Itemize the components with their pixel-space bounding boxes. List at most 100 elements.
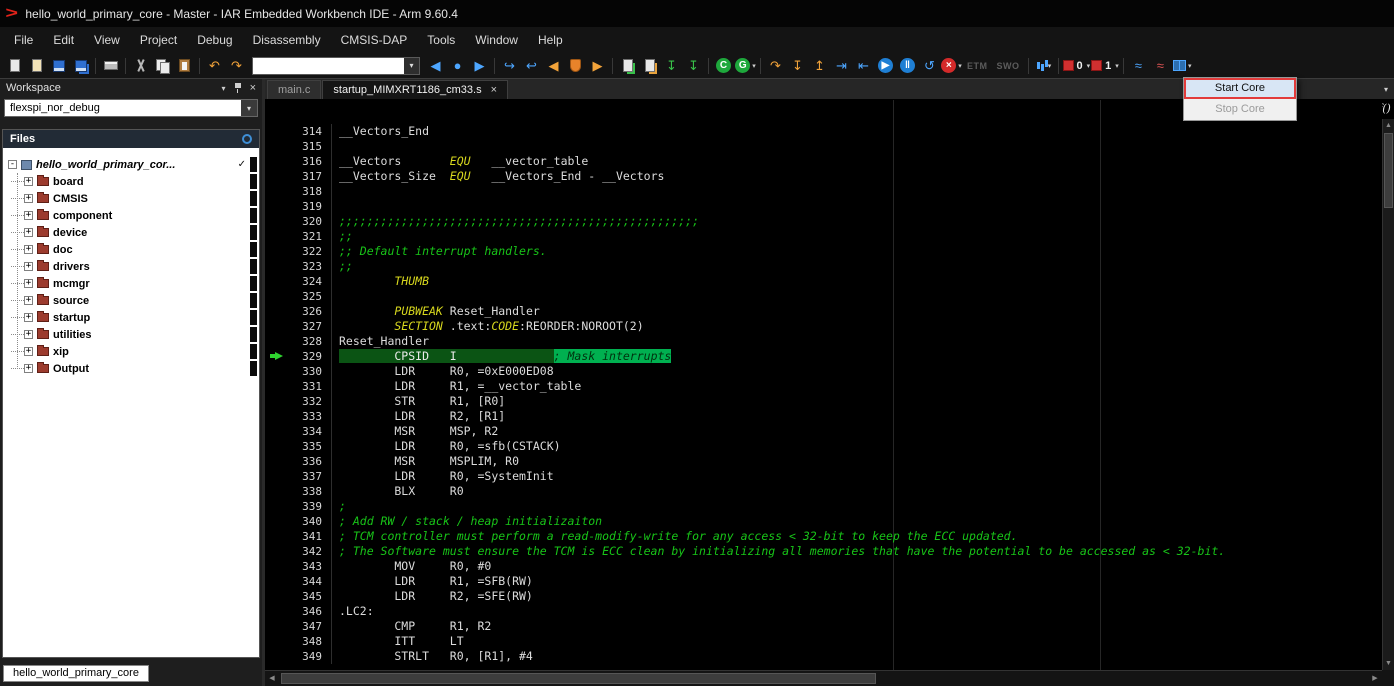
menu-item-start-core[interactable]: Start Core <box>1184 78 1296 99</box>
breakpoint-margin[interactable] <box>265 214 291 229</box>
download-debug-button[interactable]: ↧ <box>683 56 704 76</box>
workspace-bottom-tab[interactable]: hello_world_primary_core <box>3 665 149 682</box>
collapse-box-icon[interactable]: - <box>8 160 17 169</box>
probe-blue-icon[interactable]: ≈ <box>1128 56 1149 76</box>
expand-box-icon[interactable]: + <box>24 262 33 271</box>
breakpoint-margin[interactable] <box>265 274 291 289</box>
code-text[interactable]: __Vectors_End <box>331 124 1382 139</box>
code-text[interactable]: LDR R1, =__vector_table <box>331 379 1382 394</box>
memory-view-icon[interactable]: ▾ <box>1172 56 1193 76</box>
breakpoint-margin[interactable] <box>265 619 291 634</box>
breakpoint-margin[interactable] <box>265 379 291 394</box>
menu-item-debug[interactable]: Debug <box>187 29 242 51</box>
tab-startup-mimxrt1186-cm33-s[interactable]: startup_MIMXRT1186_cm33.s× <box>322 80 508 99</box>
tab-close-icon[interactable]: × <box>491 81 497 99</box>
tree-item-utilities[interactable]: +utilities <box>8 326 259 343</box>
code-text[interactable]: ; <box>331 499 1382 514</box>
quick-search-caret-icon[interactable]: ▾ <box>404 58 419 74</box>
tree-item-output[interactable]: +Output <box>8 360 259 377</box>
code-text[interactable] <box>331 199 1382 214</box>
code-text[interactable]: ITT LT <box>331 634 1382 649</box>
nav-forward-button[interactable]: ▶ <box>469 56 490 76</box>
breakpoint-margin[interactable] <box>265 364 291 379</box>
toggle-bookmark-button[interactable] <box>565 56 586 76</box>
breakpoint-margin[interactable] <box>265 514 291 529</box>
code-text[interactable]: Reset_Handler <box>331 334 1382 349</box>
tab-main-c[interactable]: main.c <box>267 80 321 99</box>
probe-red-icon[interactable]: ≈ <box>1150 56 1171 76</box>
expand-box-icon[interactable]: + <box>24 330 33 339</box>
menu-item-window[interactable]: Window <box>465 29 528 51</box>
undo-button[interactable]: ↶ <box>204 56 225 76</box>
caret-down-icon[interactable]: ▾ <box>1087 62 1091 70</box>
code-text[interactable]: ; The Software must ensure the TCM is EC… <box>331 544 1382 559</box>
code-text[interactable]: ;;;;;;;;;;;;;;;;;;;;;;;;;;;;;;;;;;;;;;;;… <box>331 214 1382 229</box>
paste-icon[interactable] <box>174 56 195 76</box>
scroll-up-icon[interactable]: ▲ <box>1383 119 1394 132</box>
breakpoint-margin[interactable] <box>265 289 291 304</box>
next-bookmark-button[interactable]: ▶ <box>587 56 608 76</box>
code-text[interactable]: CMP R1, R2 <box>331 619 1382 634</box>
breakpoint-margin[interactable] <box>265 259 291 274</box>
tree-item-board[interactable]: +board <box>8 173 259 190</box>
tree-item-device[interactable]: +device <box>8 224 259 241</box>
code-text[interactable]: CPSID I ; Mask interrupts <box>331 349 1382 364</box>
code-text[interactable]: LDR R0, =SystemInit <box>331 469 1382 484</box>
tree-item-cmsis[interactable]: +CMSIS <box>8 190 259 207</box>
breakpoint-margin[interactable] <box>265 604 291 619</box>
copy-icon[interactable] <box>152 56 173 76</box>
configuration-selector[interactable]: flexspi_nor_debug ▾ <box>4 99 258 117</box>
nav-back-button[interactable]: ◀ <box>425 56 446 76</box>
caret-down-icon[interactable]: ▾ <box>958 62 962 70</box>
breakpoint-margin[interactable] <box>265 394 291 409</box>
breakpoint-margin[interactable] <box>265 559 291 574</box>
compile-button[interactable] <box>617 56 638 76</box>
menu-item-help[interactable]: Help <box>528 29 573 51</box>
code-text[interactable]: MOV R0, #0 <box>331 559 1382 574</box>
tree-item-component[interactable]: +component <box>8 207 259 224</box>
breakpoint-margin[interactable] <box>265 124 291 139</box>
breakpoint-margin[interactable] <box>265 469 291 484</box>
stop-debug-button[interactable]: ×▾ <box>941 56 962 76</box>
step-over-button[interactable]: ↷ <box>765 56 786 76</box>
code-text[interactable]: THUMB <box>331 274 1382 289</box>
caret-down-icon[interactable]: ▾ <box>752 62 756 70</box>
scroll-right-icon[interactable]: ▶ <box>1368 671 1382 686</box>
go-button[interactable]: ▶ <box>875 56 896 76</box>
code-text[interactable] <box>331 184 1382 199</box>
save-all-icon[interactable] <box>70 56 91 76</box>
vertical-scrollbar[interactable]: ▲ ▼ <box>1382 119 1394 670</box>
breakpoint-margin[interactable] <box>265 229 291 244</box>
reset-button[interactable]: ↺ <box>919 56 940 76</box>
breakpoint-margin[interactable] <box>265 199 291 214</box>
pin-icon[interactable] <box>233 82 243 94</box>
expand-box-icon[interactable]: + <box>24 279 33 288</box>
code-text[interactable] <box>331 139 1382 154</box>
breakpoint-margin[interactable] <box>265 304 291 319</box>
browse-button[interactable]: ● <box>447 56 468 76</box>
code-text[interactable]: ;; <box>331 259 1382 274</box>
goto-definition-button[interactable]: ↪ <box>499 56 520 76</box>
breakpoint-margin[interactable] <box>265 634 291 649</box>
step-out-button[interactable]: ↥ <box>809 56 830 76</box>
vertical-scroll-thumb[interactable] <box>1384 133 1393 208</box>
code-text[interactable]: STRLT R0, [R1], #4 <box>331 649 1382 664</box>
code-text[interactable]: LDR R0, =sfb(CSTACK) <box>331 439 1382 454</box>
scroll-down-icon[interactable]: ▼ <box>1383 657 1394 670</box>
step-into-button[interactable]: ↧ <box>787 56 808 76</box>
breakpoint-margin[interactable] <box>265 154 291 169</box>
menu-item-project[interactable]: Project <box>130 29 187 51</box>
breakpoint-margin[interactable] <box>265 454 291 469</box>
menu-item-cmsis-dap[interactable]: CMSIS-DAP <box>331 29 418 51</box>
goto-back-button[interactable]: ↩ <box>521 56 542 76</box>
tree-item-mcmgr[interactable]: +mcmgr <box>8 275 259 292</box>
code-text[interactable] <box>331 289 1382 304</box>
caret-down-icon[interactable]: ▾ <box>1048 62 1052 70</box>
expand-box-icon[interactable]: + <box>24 313 33 322</box>
code-text[interactable]: LDR R1, =SFB(RW) <box>331 574 1382 589</box>
breakpoint-margin[interactable] <box>265 244 291 259</box>
code-text[interactable]: MSR MSP, R2 <box>331 424 1382 439</box>
breakpoint-margin[interactable] <box>265 424 291 439</box>
tree-item-source[interactable]: +source <box>8 292 259 309</box>
scroll-left-icon[interactable]: ◀ <box>265 671 279 686</box>
